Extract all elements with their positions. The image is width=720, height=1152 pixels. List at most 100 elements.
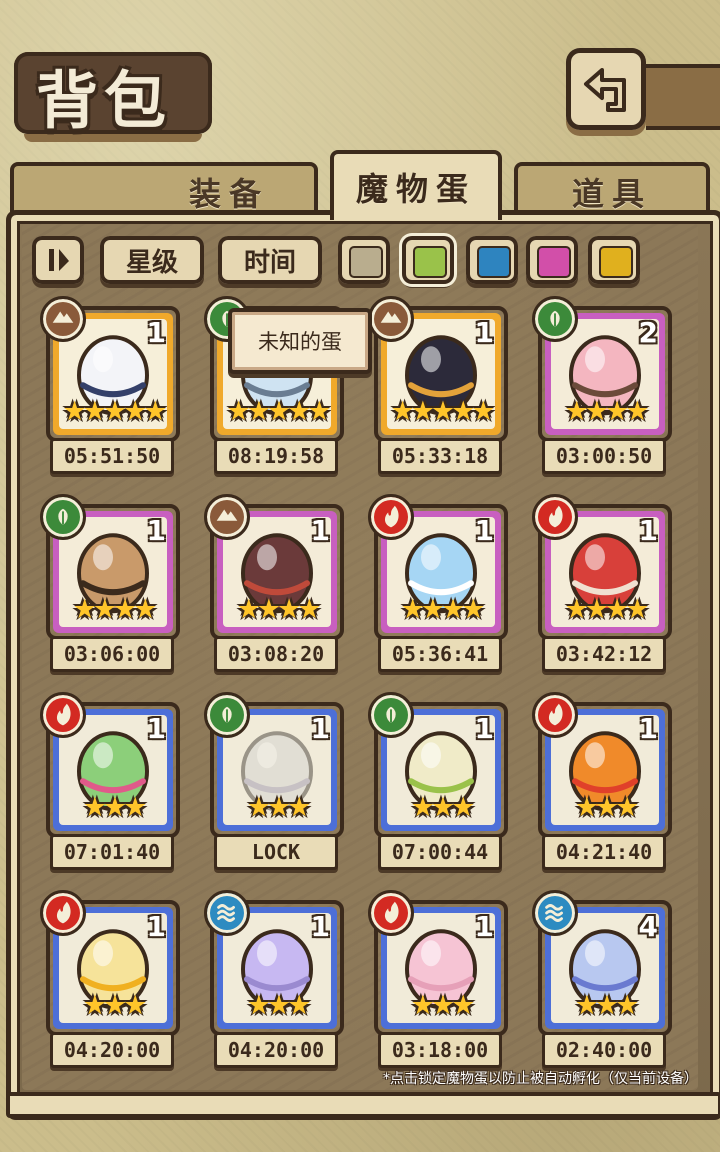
star-rating: ★★★ [574, 792, 640, 823]
egg-count: 2 [638, 316, 658, 349]
filter-bar: 星级 时间 [32, 236, 692, 288]
earth-element-icon [40, 296, 86, 342]
leaf-element-icon [204, 692, 250, 738]
star-rating: ★★★ [246, 792, 312, 823]
star-rating: ★★★★ [564, 594, 650, 625]
egg-count: 1 [310, 910, 330, 943]
star-rating: ★★★★ [72, 594, 158, 625]
hatch-timer: 03:06:00 [50, 636, 174, 672]
hatch-timer: 02:40:00 [542, 1032, 666, 1068]
egg-count: 1 [146, 514, 166, 547]
auto-hatch-footnote: *点击锁定魔物蛋以防止被自动孵化（仅当前设备） [383, 1071, 698, 1087]
hatch-timer: 04:20:00 [50, 1032, 174, 1068]
bottom-rail [6, 1092, 720, 1118]
leaf-element-icon [40, 494, 86, 540]
egg-count: 1 [146, 910, 166, 943]
egg-slot[interactable]: ★★★ 1 04:20:00 [40, 890, 182, 1070]
leaf-element-icon [368, 692, 414, 738]
earth-element-icon [204, 494, 250, 540]
star-rating: ★★★★ [236, 594, 322, 625]
sort-by-time-label: 时间 [243, 247, 296, 278]
egg-count: 1 [638, 514, 658, 547]
tab-equipment-label: 装备 [188, 175, 269, 213]
sort-order-button[interactable] [32, 236, 84, 284]
star-rating: ★★★★★ [226, 396, 331, 427]
star-rating: ★★★ [574, 990, 640, 1021]
hatch-timer: LOCK [214, 834, 338, 870]
tab-bar: 装备 魔物蛋 道具 [10, 150, 710, 220]
sort-toggle-icon [49, 249, 69, 271]
filter-blue[interactable] [466, 236, 518, 284]
hatch-timer: 03:00:50 [542, 438, 666, 474]
hatch-timer: 05:36:41 [378, 636, 502, 672]
fire-element-icon [40, 890, 86, 936]
fire-element-icon [40, 692, 86, 738]
tab-monster-eggs[interactable]: 魔物蛋 [330, 150, 502, 220]
back-button[interactable] [566, 48, 646, 130]
leaf-element-icon [532, 296, 578, 342]
star-rating: ★★★★★ [390, 396, 495, 427]
hatch-timer: 07:00:44 [378, 834, 502, 870]
sort-by-stars-button[interactable]: 星级 [100, 236, 204, 284]
egg-slot[interactable]: ★★★ 1 03:18:00 [368, 890, 510, 1070]
fire-element-icon [368, 890, 414, 936]
egg-count: 1 [310, 514, 330, 547]
egg-count: 1 [474, 712, 494, 745]
egg-count: 4 [638, 910, 658, 943]
star-rating: ★★★★ [400, 594, 486, 625]
egg-slot[interactable]: ★★★ 1 04:21:40 [532, 692, 674, 872]
page-title: 背包 [36, 64, 173, 137]
gray-swatch [349, 246, 383, 278]
egg-count: 1 [310, 712, 330, 745]
return-arrow-icon [584, 68, 626, 112]
egg-slot[interactable]: ★★★ 1 07:01:40 [40, 692, 182, 872]
hatch-timer: 04:21:40 [542, 834, 666, 870]
egg-count: 1 [474, 910, 494, 943]
sort-by-stars-label: 星级 [125, 247, 178, 278]
egg-slot[interactable]: ★★★★ 1 03:08:20 [204, 494, 346, 674]
hatch-timer: 04:20:00 [214, 1032, 338, 1068]
sort-by-time-button[interactable]: 时间 [218, 236, 322, 284]
pink-swatch [537, 246, 571, 278]
filter-pink[interactable] [526, 236, 578, 284]
fire-element-icon [532, 692, 578, 738]
fire-element-icon [368, 494, 414, 540]
egg-slot[interactable]: ★★★★ 1 03:06:00 [40, 494, 182, 674]
filter-green[interactable] [402, 236, 454, 284]
hatch-timer: 03:18:00 [378, 1032, 502, 1068]
blue-swatch [477, 246, 511, 278]
egg-slot[interactable]: ★★★★ 1 05:36:41 [368, 494, 510, 674]
filter-gray[interactable] [338, 236, 390, 284]
star-rating: ★★★ [410, 792, 476, 823]
egg-slot[interactable]: ★★★ 1 04:20:00 [204, 890, 346, 1070]
egg-slot[interactable]: ★★★★ 1 03:42:12 [532, 494, 674, 674]
filter-gold[interactable] [588, 236, 640, 284]
green-swatch [413, 246, 447, 278]
fire-element-icon [532, 494, 578, 540]
egg-count: 1 [474, 316, 494, 349]
egg-slot[interactable]: ★★★★ 2 03:00:50 [532, 296, 674, 476]
star-rating: ★★★ [410, 990, 476, 1021]
egg-slot[interactable]: ★★★★★ 1 05:51:50 [40, 296, 182, 476]
star-rating: ★★★ [82, 990, 148, 1021]
water-element-icon [532, 890, 578, 936]
tab-items-label: 道具 [571, 175, 652, 213]
egg-slot[interactable]: ★★★ 1 LOCK [204, 692, 346, 872]
hatch-timer: 07:01:40 [50, 834, 174, 870]
hatch-timer: 03:08:20 [214, 636, 338, 672]
star-rating: ★★★ [246, 990, 312, 1021]
star-rating: ★★★★★ [62, 396, 167, 427]
water-element-icon [204, 890, 250, 936]
hatch-timer: 05:33:18 [378, 438, 502, 474]
egg-slot[interactable]: ★★★ 4 02:40:00 [532, 890, 674, 1070]
hatch-timer: 05:51:50 [50, 438, 174, 474]
star-rating: ★★★ [82, 792, 148, 823]
egg-count: 1 [146, 316, 166, 349]
egg-slot[interactable]: ★★★ 1 07:00:44 [368, 692, 510, 872]
egg-count: 1 [474, 514, 494, 547]
egg-count: 1 [146, 712, 166, 745]
star-rating: ★★★★ [564, 396, 650, 427]
egg-slot[interactable]: ★★★★★ 1 05:33:18 [368, 296, 510, 476]
hatch-timer: 03:42:12 [542, 636, 666, 672]
hatch-timer: 08:19:58 [214, 438, 338, 474]
